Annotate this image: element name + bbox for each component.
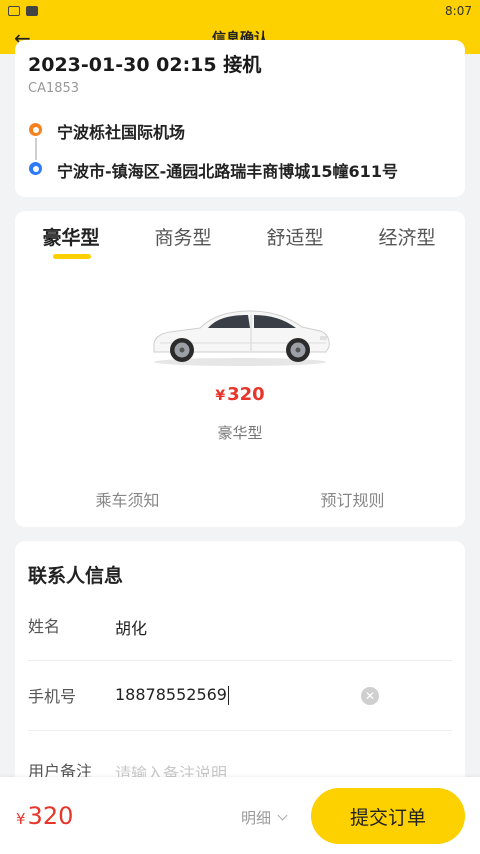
total-currency: ¥ <box>16 810 26 828</box>
rule-links: 乘车须知 预订规则 <box>15 487 465 511</box>
phone-value: 18878552569 <box>115 685 227 704</box>
origin-address: 宁波栎社国际机场 <box>57 123 186 142</box>
destination-address: 宁波市-镇海区-通园北路瑞丰商博城15幢611号 <box>57 162 398 181</box>
phone-row: 手机号 18878552569 ✕ <box>28 671 452 731</box>
clear-icon[interactable]: ✕ <box>361 687 379 705</box>
booking-rules-link[interactable]: 预订规则 <box>240 487 465 511</box>
name-label: 姓名 <box>28 617 61 636</box>
contact-title: 联系人信息 <box>28 565 124 587</box>
detail-label: 明细 <box>241 809 272 827</box>
trip-datetime: 2023-01-30 02:15 接机 <box>28 54 262 76</box>
price-value: 320 <box>227 384 265 405</box>
status-time: 8:07 <box>445 4 472 18</box>
car-type-card: 豪华型 商务型 舒适型 经济型 ¥320 豪华型 乘车须知 预订规则 <box>15 211 465 527</box>
car-type-tabs: 豪华型 商务型 舒适型 经济型 <box>15 223 465 250</box>
total-price: ¥320 <box>16 802 73 830</box>
tab-comfort[interactable]: 舒适型 <box>239 223 351 250</box>
tab-luxury[interactable]: 豪华型 <box>15 223 127 250</box>
submit-order-button[interactable]: 提交订单 <box>311 788 465 844</box>
detail-toggle[interactable]: 明细 <box>241 807 288 828</box>
bottom-bar: ¥320 明细 提交订单 <box>0 777 480 854</box>
selected-car-type: 豪华型 <box>217 424 263 442</box>
name-row: 姓名 胡化 <box>28 601 452 661</box>
flight-number: CA1853 <box>28 81 80 96</box>
phone-field[interactable]: 18878552569 <box>115 685 230 705</box>
name-field[interactable]: 胡化 <box>115 615 147 639</box>
total-value: 320 <box>27 802 74 830</box>
status-icons <box>8 6 38 16</box>
tab-economy[interactable]: 经济型 <box>351 223 463 250</box>
status-bar: 8:07 <box>0 0 480 22</box>
destination-dot-icon <box>29 162 42 175</box>
trip-card: 2023-01-30 02:15 接机 CA1853 宁波栎社国际机场 宁波市-… <box>15 40 465 197</box>
keyboard-icon <box>8 6 20 16</box>
route-connector <box>35 138 37 160</box>
car-image <box>153 310 330 366</box>
origin-dot-icon <box>29 123 42 136</box>
notification-icon <box>26 6 38 16</box>
chevron-down-icon <box>277 810 288 821</box>
tab-business[interactable]: 商务型 <box>127 223 239 250</box>
price-currency: ¥ <box>215 388 226 404</box>
ride-notice-link[interactable]: 乘车须知 <box>15 487 240 511</box>
tab-indicator <box>53 254 91 259</box>
text-cursor <box>227 686 230 705</box>
car-price: ¥320 <box>15 384 465 405</box>
phone-label: 手机号 <box>28 687 77 706</box>
